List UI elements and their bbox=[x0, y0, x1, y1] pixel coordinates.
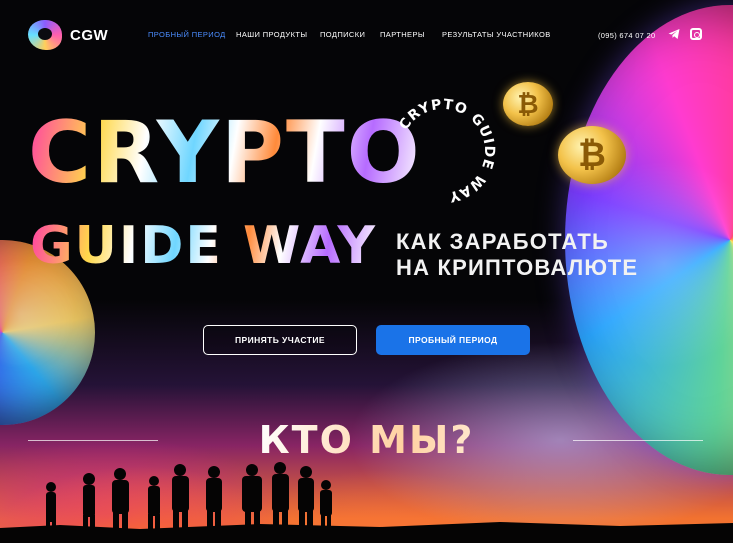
logo-text: CGW bbox=[70, 26, 109, 44]
telegram-icon[interactable] bbox=[668, 28, 680, 40]
nav-item-products[interactable]: НАШИ ПРОДУКТЫ bbox=[236, 30, 326, 39]
hero-title-crypto: CRYPTO bbox=[28, 103, 422, 203]
bitcoin-coin-icon: ₿ bbox=[503, 82, 553, 126]
hero-subtitle: КАК ЗАРАБОТАТЬ НА КРИПТОВАЛЮТЕ bbox=[396, 229, 676, 281]
participate-button[interactable]: ПРИНЯТЬ УЧАСТИЕ bbox=[203, 325, 357, 355]
landing-page: ₿ ₿ CGW ПРОБНЫЙ ПЕРИОД НАШИ ПРОДУКТЫ ПОД… bbox=[0, 0, 733, 543]
badge-text: CRYPTO GUIDE WAY bbox=[396, 97, 496, 205]
circular-badge: CRYPTO GUIDE WAY bbox=[396, 97, 497, 205]
subtitle-line-1: КАК ЗАРАБОТАТЬ bbox=[396, 229, 609, 254]
trial-button[interactable]: ПРОБНЫЙ ПЕРИОД bbox=[376, 325, 530, 355]
nav-item-partners[interactable]: ПАРТНЕРЫ bbox=[380, 30, 440, 39]
instagram-icon[interactable] bbox=[690, 28, 702, 40]
hero-title-guide-way: GUIDE WAY bbox=[30, 216, 377, 276]
subtitle-line-2: НА КРИПТОВАЛЮТЕ bbox=[396, 255, 639, 280]
svg-text:CRYPTO GUIDE WAY: CRYPTO GUIDE WAY bbox=[396, 97, 497, 205]
brain-logo-icon bbox=[28, 20, 62, 50]
phone-number[interactable]: (095) 674 07 20 bbox=[598, 31, 655, 40]
logo[interactable]: CGW bbox=[28, 20, 108, 50]
people-silhouettes bbox=[0, 462, 733, 543]
bitcoin-coin-icon: ₿ bbox=[558, 126, 626, 184]
nav-item-results[interactable]: РЕЗУЛЬТАТЫ УЧАСТНИКОВ bbox=[442, 30, 562, 39]
nav-item-trial[interactable]: ПРОБНЫЙ ПЕРИОД bbox=[148, 30, 238, 39]
nav-item-subscriptions[interactable]: ПОДПИСКИ bbox=[320, 30, 380, 39]
